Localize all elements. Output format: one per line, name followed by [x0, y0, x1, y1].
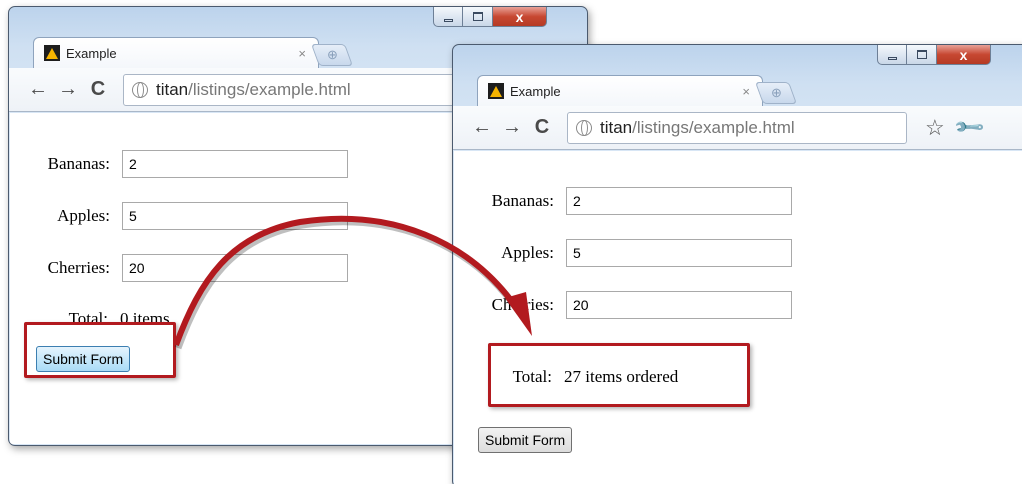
maximize-button[interactable] [463, 7, 493, 27]
field-label: Apples: [501, 243, 554, 262]
cherries-input[interactable]: 20 [122, 254, 348, 282]
field-row-cherries: Cherries: 20 [10, 254, 348, 282]
field-label: Cherries: [47, 258, 110, 277]
back-arrow-icon[interactable]: ← [23, 78, 53, 101]
apples-input[interactable]: 5 [122, 202, 348, 230]
page-content: Bananas: 2 Apples: 5 Cherries: 20 Total:… [454, 151, 1022, 484]
minimize-icon [887, 56, 897, 60]
back-arrow-icon[interactable]: ← [467, 116, 497, 139]
cherries-input[interactable]: 20 [566, 291, 792, 319]
minimize-button[interactable] [433, 7, 463, 27]
browser-tab[interactable]: Example × [477, 75, 763, 106]
field-row-apples: Apples: 5 [454, 239, 792, 267]
minimize-button[interactable] [877, 45, 907, 65]
caption-buttons: x [433, 7, 547, 27]
new-tab-button[interactable]: ⊕ [754, 82, 798, 104]
field-label: Cherries: [491, 295, 554, 314]
address-bar[interactable]: titan/listings/example.html [123, 73, 463, 106]
bananas-input[interactable]: 2 [566, 187, 792, 215]
close-window-button[interactable]: x [937, 45, 991, 65]
new-tab-icon: ⊕ [770, 85, 782, 100]
submit-form-button[interactable]: Submit Form [478, 427, 573, 453]
favicon-icon [44, 45, 60, 61]
submit-highlight-box [24, 322, 176, 378]
minimize-icon [443, 18, 453, 22]
apples-input[interactable]: 5 [566, 239, 792, 267]
url-path: /listings/example.html [188, 79, 351, 99]
tab-title: Example [510, 83, 561, 99]
tab-close-icon[interactable]: × [298, 46, 306, 61]
tab-title: Example [66, 45, 117, 61]
browser-tab[interactable]: Example × [33, 37, 319, 68]
field-label: Bananas: [47, 154, 110, 173]
field-label: Bananas: [491, 191, 554, 210]
url-host: titan [156, 79, 189, 99]
forward-arrow-icon[interactable]: → [53, 78, 83, 101]
tab-close-icon[interactable]: × [742, 84, 750, 99]
maximize-icon [472, 12, 483, 21]
bookmark-star-icon[interactable]: ☆ [925, 115, 945, 141]
favicon-icon [488, 83, 504, 99]
globe-icon [132, 81, 148, 98]
maximize-button[interactable] [907, 45, 937, 65]
close-window-button[interactable]: x [493, 7, 547, 27]
reload-icon[interactable]: C [83, 78, 113, 101]
url-host: titan [600, 117, 633, 137]
field-row-apples: Apples: 5 [10, 202, 348, 230]
globe-icon [576, 119, 592, 136]
wrench-icon[interactable]: 🔧 [952, 110, 987, 145]
new-tab-button[interactable]: ⊕ [310, 44, 354, 66]
forward-arrow-icon[interactable]: → [497, 116, 527, 139]
browser-window-after: x Example × ⊕ ← → C titan/listings/examp… [452, 44, 1022, 484]
caption-buttons: x [877, 45, 991, 65]
maximize-icon [916, 50, 927, 59]
total-highlight-box [488, 343, 750, 407]
field-row-cherries: Cherries: 20 [454, 291, 792, 319]
toolbar: ← → C titan/listings/example.html ☆ 🔧 [453, 106, 1022, 150]
field-label: Apples: [57, 206, 110, 225]
close-icon: x [959, 46, 968, 63]
reload-icon[interactable]: C [527, 116, 557, 139]
close-icon: x [515, 8, 524, 25]
url-path: /listings/example.html [632, 117, 795, 137]
bananas-input[interactable]: 2 [122, 150, 348, 178]
new-tab-icon: ⊕ [326, 47, 338, 62]
field-row-bananas: Bananas: 2 [454, 187, 792, 215]
address-bar[interactable]: titan/listings/example.html [567, 111, 907, 144]
field-row-bananas: Bananas: 2 [10, 150, 348, 178]
